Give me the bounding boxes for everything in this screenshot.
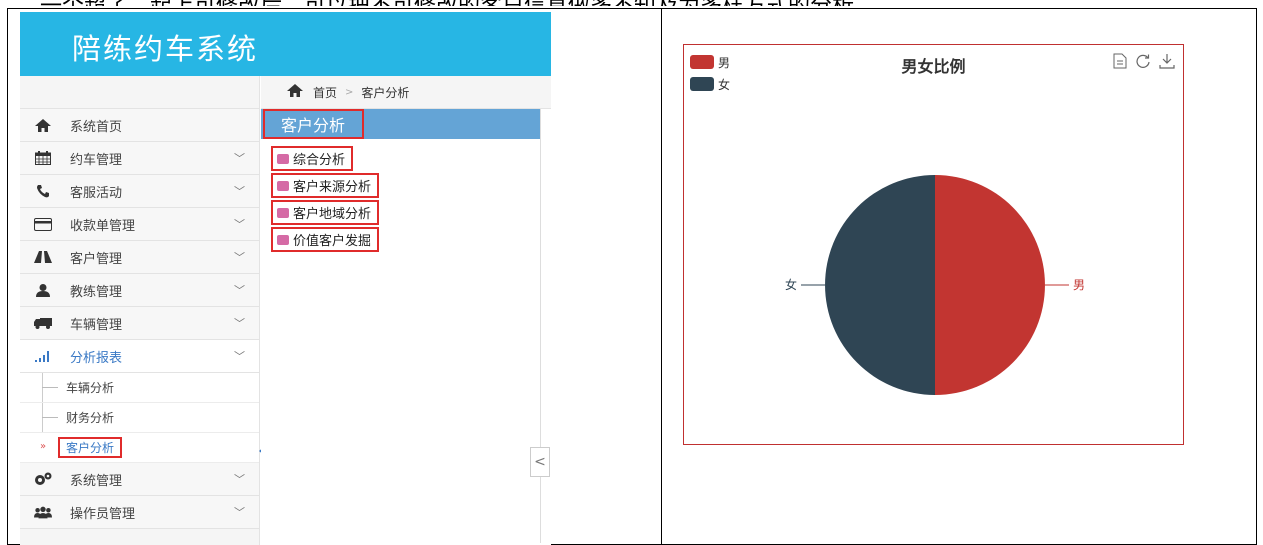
chevron-down-icon: ﹀	[234, 284, 245, 297]
sidebar-item-vehicles[interactable]: 车辆管理 ﹀	[20, 307, 259, 340]
table-divider	[661, 9, 662, 544]
sidebar-item-receipts[interactable]: 收款单管理 ﹀	[20, 208, 259, 241]
current-marker-icon: »	[40, 441, 47, 452]
analysis-panel: 客户分析 综合分析 客户来源分析 客户地域分析 价值客户发掘 <	[261, 109, 550, 543]
pie-slice-1[interactable]	[825, 175, 935, 395]
sidebar-item-label: 系统首页	[70, 119, 123, 135]
sidebar-item-label: 分析报表	[70, 350, 123, 366]
sidebar-item-booking[interactable]: 约车管理 ﹀	[20, 142, 259, 175]
bag-icon	[277, 234, 289, 245]
sidebar-subitem-finance-analysis[interactable]: 财务分析	[20, 403, 259, 433]
pie-label-0: 男	[1073, 278, 1085, 292]
save-image-icon[interactable]	[1159, 53, 1175, 73]
bar-chart-icon	[34, 349, 52, 363]
menu-item-label: 客户来源分析	[293, 180, 372, 195]
menu-item-box: 客户地域分析	[271, 200, 380, 225]
chevron-down-icon: ﹀	[234, 185, 245, 198]
app-screenshot: 陪练约车系统 系统首页 约车管理 ﹀ 客服活动 ﹀ 收款单管理 ﹀ 客户管理 ﹀…	[20, 12, 551, 545]
sidebar-item-home[interactable]: 系统首页	[20, 109, 259, 142]
app-title: 陪练约车系统	[72, 32, 259, 66]
sidebar-item-label: 车辆管理	[70, 317, 123, 333]
user-icon	[34, 283, 52, 297]
panel-title: 客户分析	[263, 109, 365, 139]
legend-swatch	[690, 77, 714, 91]
sidebar-item-service[interactable]: 客服活动 ﹀	[20, 175, 259, 208]
sidebar-item-label: 教练管理	[70, 284, 123, 300]
main-content: 首页 > 客户分析 客户分析 综合分析 客户来源分析 客户地域分析 价值客户发掘	[261, 76, 551, 545]
menu-item-box: 价值客户发掘	[271, 227, 380, 252]
chevron-down-icon: ﹀	[234, 251, 245, 264]
sidebar-item-label: 客服活动	[70, 185, 123, 201]
restore-icon[interactable]	[1135, 53, 1151, 73]
collapse-sidebar-button[interactable]: <	[530, 447, 550, 477]
sidebar-item-system[interactable]: 系统管理 ﹀	[20, 463, 259, 496]
bag-icon	[277, 153, 289, 164]
breadcrumb-current: 客户分析	[361, 85, 410, 100]
menu-item-overall-analysis[interactable]: 综合分析	[261, 145, 540, 172]
tree-line	[42, 387, 58, 388]
menu-item-box: 客户来源分析	[271, 173, 380, 198]
home-icon	[287, 83, 303, 101]
breadcrumb: 首页 > 客户分析	[261, 76, 551, 109]
sidebar: 系统首页 约车管理 ﹀ 客服活动 ﹀ 收款单管理 ﹀ 客户管理 ﹀ 教练管理 ﹀…	[20, 76, 271, 545]
chart-title: 男女比例	[901, 57, 966, 76]
sidebar-item-label: 约车管理	[70, 152, 123, 168]
chevron-down-icon: ﹀	[234, 218, 245, 231]
chevron-down-icon: ﹀	[234, 317, 245, 330]
pie-chart-container: 男女 男 女 男女比例	[683, 44, 1184, 445]
road-icon	[34, 250, 52, 264]
credit-card-icon	[34, 217, 52, 231]
sidebar-item-coaches[interactable]: 教练管理 ﹀	[20, 274, 259, 307]
sidebar-item-label: 收款单管理	[70, 218, 136, 234]
panel-header: 客户分析	[261, 109, 540, 139]
sidebar-item-customers[interactable]: 客户管理 ﹀	[20, 241, 259, 274]
chart-toolbox	[1113, 53, 1175, 73]
chevron-down-icon: ﹀	[234, 350, 245, 363]
pie-slice-0[interactable]	[935, 175, 1045, 395]
chevron-down-icon: ﹀	[234, 473, 245, 486]
sidebar-subitem-customer-analysis[interactable]: » 客户分析	[20, 433, 271, 463]
menu-item-value-customer-mining[interactable]: 价值客户发掘	[261, 226, 540, 253]
sidebar-item-operators[interactable]: 操作员管理 ﹀	[20, 496, 259, 529]
analysis-menu: 综合分析 客户来源分析 客户地域分析 价值客户发掘	[261, 139, 540, 253]
breadcrumb-separator: >	[345, 86, 354, 98]
sidebar-item-label: 客户管理	[70, 251, 123, 267]
pie-label-1: 女	[785, 277, 797, 292]
truck-icon	[34, 316, 52, 330]
gears-icon	[34, 472, 52, 486]
menu-item-source-analysis[interactable]: 客户来源分析	[261, 172, 540, 199]
menu-item-box: 综合分析	[271, 146, 354, 171]
users-icon	[34, 505, 52, 519]
sidebar-subitem-label: 车辆分析	[66, 381, 115, 395]
data-view-icon[interactable]	[1113, 53, 1127, 73]
pie-chart-svg: 男女	[785, 175, 1085, 395]
menu-item-region-analysis[interactable]: 客户地域分析	[261, 199, 540, 226]
sidebar-subitem-label: 财务分析	[66, 411, 115, 425]
breadcrumb-home-link[interactable]: 首页	[313, 84, 337, 101]
sidebar-item-label: 系统管理	[70, 473, 123, 489]
chevron-down-icon: ﹀	[234, 506, 245, 519]
chevron-down-icon: ﹀	[234, 152, 245, 165]
home-icon	[34, 118, 52, 132]
phone-icon	[34, 184, 52, 198]
bag-icon	[277, 207, 289, 218]
tree-line	[42, 417, 58, 418]
sidebar-item-label: 操作员管理	[70, 506, 136, 522]
menu-item-label: 客户地域分析	[293, 207, 372, 222]
sidebar-item-reports[interactable]: 分析报表 ﹀	[20, 340, 259, 373]
sidebar-subitem-label: 客户分析	[58, 437, 123, 458]
clipped-caption-text: 一个超了，起上可修改后。可以把不可修改的客户信息做多不知及为多样方式的分析	[40, 0, 1120, 6]
sidebar-subitem-vehicle-analysis[interactable]: 车辆分析	[20, 373, 259, 403]
legend-label: 女	[718, 77, 731, 92]
calendar-icon	[34, 151, 52, 165]
menu-item-label: 价值客户发掘	[293, 234, 372, 249]
sidebar-top-bar	[20, 76, 259, 109]
app-header: 陪练约车系统	[20, 12, 551, 76]
menu-item-label: 综合分析	[293, 153, 346, 168]
bag-icon	[277, 180, 289, 191]
